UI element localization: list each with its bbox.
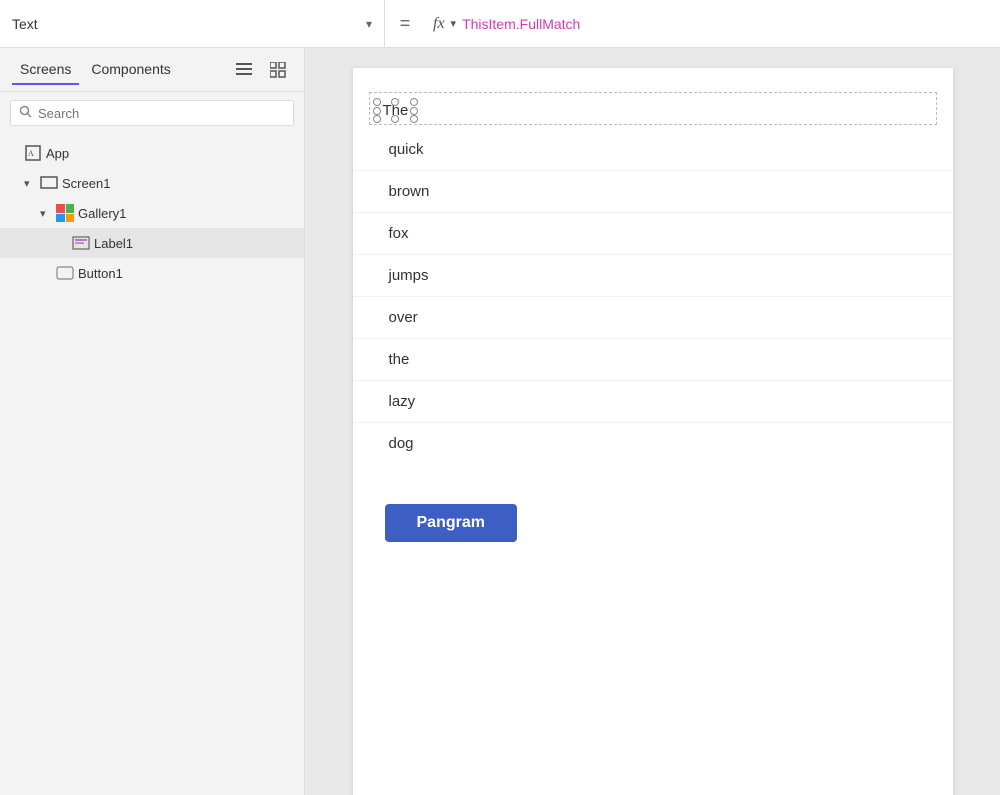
handle-tr[interactable]: [410, 98, 418, 106]
list-item: jumps: [353, 255, 953, 297]
list-item: brown: [353, 171, 953, 213]
tab-screens[interactable]: Screens: [12, 55, 79, 85]
label-icon: [72, 234, 90, 252]
equals-sign: =: [385, 13, 425, 34]
tree-label-gallery1: Gallery1: [78, 206, 126, 221]
handle-tl[interactable]: [373, 98, 381, 106]
tree-label-screen1: Screen1: [62, 176, 110, 191]
list-item: the: [353, 339, 953, 381]
list-item: dog: [353, 423, 953, 464]
list-item: quick: [353, 129, 953, 171]
dropdown-arrow-icon: ▾: [366, 17, 372, 31]
handle-bc[interactable]: [391, 115, 399, 123]
search-icon: [19, 105, 32, 121]
formula-bar: fx ▾ ThisItem.FullMatch: [425, 0, 1000, 47]
handle-ml[interactable]: [373, 107, 381, 115]
app-icon: A: [24, 144, 42, 162]
tree-label-button1: Button1: [78, 266, 123, 281]
tree-item-gallery1[interactable]: ▾ Gallery1: [0, 198, 304, 228]
list-item: fox: [353, 213, 953, 255]
tree-item-label1[interactable]: Label1: [0, 228, 304, 258]
canvas-area: The quick brown fox jumps over: [305, 48, 1000, 795]
button-icon: [56, 264, 74, 282]
search-input[interactable]: [38, 106, 285, 121]
search-bar: [10, 100, 294, 126]
main: Screens Components A: [0, 48, 1000, 795]
handle-mr[interactable]: [410, 107, 418, 115]
tab-components[interactable]: Components: [83, 55, 178, 85]
property-dropdown[interactable]: Text ▾: [0, 0, 385, 47]
handle-br[interactable]: [410, 115, 418, 123]
list-item: lazy: [353, 381, 953, 423]
gallery-words-container: quick brown fox jumps over the lazy dog: [353, 129, 953, 464]
tree-item-screen1[interactable]: ▾ Screen1: [0, 168, 304, 198]
pangram-button[interactable]: Pangram: [385, 504, 517, 542]
expand-arrow-gallery1: ▾: [40, 207, 52, 220]
screen-icon: [40, 174, 58, 192]
selected-label-container: The: [377, 102, 415, 119]
tree-item-button1[interactable]: Button1: [0, 258, 304, 288]
tree: A App ▾ Screen1 ▾ Gallery: [0, 134, 304, 795]
list-view-icon[interactable]: [230, 56, 258, 84]
tree-item-app[interactable]: A App: [0, 138, 304, 168]
handle-bl[interactable]: [373, 115, 381, 123]
gallery-item-selected: The: [353, 88, 953, 129]
tab-icons: [230, 56, 292, 84]
property-dropdown-text: Text: [12, 16, 366, 32]
expand-arrow-screen1: ▾: [24, 177, 36, 190]
fx-icon: fx: [433, 15, 445, 33]
canvas-frame: The quick brown fox jumps over: [353, 68, 953, 795]
fx-chevron-icon: ▾: [451, 17, 457, 30]
formula-text: ThisItem.FullMatch: [462, 16, 580, 32]
button-container: Pangram: [353, 464, 953, 582]
left-panel: Screens Components A: [0, 48, 305, 795]
list-item: over: [353, 297, 953, 339]
grid-view-icon[interactable]: [264, 56, 292, 84]
top-bar: Text ▾ = fx ▾ ThisItem.FullMatch: [0, 0, 1000, 48]
svg-text:A: A: [28, 149, 34, 158]
tree-label-app: App: [46, 146, 69, 161]
tree-label-label1: Label1: [94, 236, 133, 251]
gallery-icon: [56, 204, 74, 222]
tabs: Screens Components: [0, 48, 304, 92]
